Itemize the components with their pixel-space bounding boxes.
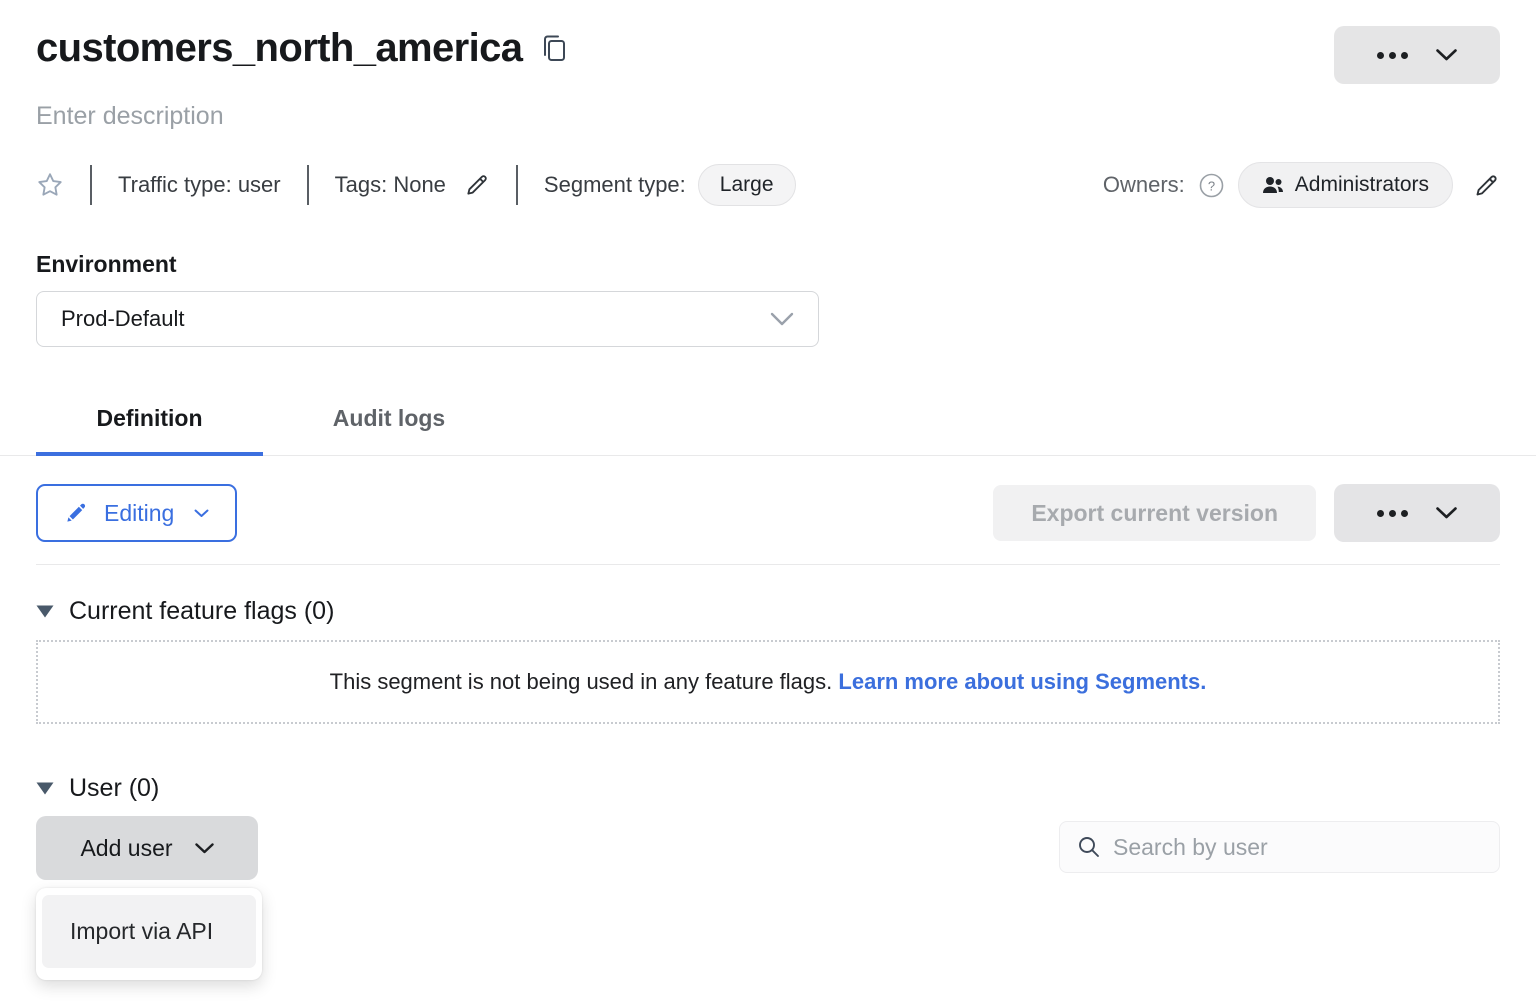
user-search-box xyxy=(1059,821,1500,873)
more-options-icon xyxy=(1377,52,1408,59)
menu-item-import-via-api[interactable]: Import via API xyxy=(42,895,256,968)
segment-detail-page: customers_north_america Enter descriptio… xyxy=(0,26,1536,880)
add-user-dropdown-wrap: Add user Import via API xyxy=(36,816,258,880)
chevron-down-icon xyxy=(1436,507,1457,519)
tab-bar: Definition Audit logs xyxy=(36,393,1500,456)
more-options-icon xyxy=(1377,510,1408,517)
segment-type-label: Segment type: xyxy=(544,172,686,198)
meta-row: Traffic type: user Tags: None Segment ty… xyxy=(36,163,1500,207)
editing-status-button[interactable]: Editing xyxy=(36,484,237,542)
definition-toolbar: Editing Export current version xyxy=(36,484,1500,542)
description-placeholder[interactable]: Enter description xyxy=(36,102,224,131)
user-section-title: User (0) xyxy=(69,774,159,803)
pencil-icon xyxy=(464,172,490,198)
page-title: customers_north_america xyxy=(36,26,522,71)
title-wrap: customers_north_america xyxy=(36,26,566,71)
environment-section: Environment Prod-Default xyxy=(36,251,1500,347)
owners-chip: Administrators xyxy=(1238,162,1453,208)
star-icon xyxy=(36,171,64,199)
copy-icon xyxy=(542,35,566,62)
search-by-user-input[interactable] xyxy=(1113,834,1482,861)
owners-area: Owners: ? Administrators xyxy=(1103,162,1500,208)
traffic-type-label: Traffic type: user xyxy=(118,172,281,198)
copy-name-button[interactable] xyxy=(542,35,566,62)
divider xyxy=(516,165,518,205)
page-header: customers_north_america xyxy=(36,26,1500,84)
edit-owners-button[interactable] xyxy=(1473,172,1500,199)
divider xyxy=(90,165,92,205)
tags-label: Tags: None xyxy=(335,172,446,198)
feature-flags-header[interactable]: Current feature flags (0) xyxy=(36,597,1500,626)
learn-more-link[interactable]: Learn more about using Segments. xyxy=(838,669,1206,694)
definition-more-button[interactable] xyxy=(1334,484,1500,542)
segment-type-badge: Large xyxy=(698,164,796,206)
add-user-menu: Import via API xyxy=(36,888,262,980)
environment-label: Environment xyxy=(36,251,1500,278)
collapse-triangle-icon xyxy=(36,782,54,795)
environment-selected-value: Prod-Default xyxy=(61,306,185,332)
svg-text:?: ? xyxy=(1208,178,1215,193)
feature-flags-section: Current feature flags (0) This segment i… xyxy=(36,597,1500,724)
help-icon[interactable]: ? xyxy=(1199,173,1224,198)
chevron-down-icon xyxy=(195,843,214,854)
chevron-down-icon xyxy=(770,312,794,326)
editing-label: Editing xyxy=(104,500,174,527)
search-icon xyxy=(1077,835,1101,859)
divider xyxy=(307,165,309,205)
environment-select[interactable]: Prod-Default xyxy=(36,291,819,347)
pencil-filled-icon xyxy=(64,502,87,525)
chevron-down-icon xyxy=(1436,49,1457,61)
add-user-button[interactable]: Add user xyxy=(36,816,258,880)
segment-actions-button[interactable] xyxy=(1334,26,1500,84)
chevron-down-icon xyxy=(194,509,209,518)
feature-flags-empty-state: This segment is not being used in any fe… xyxy=(36,640,1500,724)
tab-definition[interactable]: Definition xyxy=(36,393,263,456)
empty-state-text: This segment is not being used in any fe… xyxy=(330,669,833,694)
user-section-header[interactable]: User (0) xyxy=(36,774,1500,803)
collapse-triangle-icon xyxy=(36,605,54,618)
owners-label: Owners: xyxy=(1103,172,1185,198)
tab-audit-logs[interactable]: Audit logs xyxy=(263,393,515,456)
edit-tags-button[interactable] xyxy=(464,172,490,198)
user-section: User (0) Add user Import via API xyxy=(36,774,1500,880)
favorite-star-button[interactable] xyxy=(36,171,64,199)
export-version-button[interactable]: Export current version xyxy=(993,485,1316,541)
group-icon xyxy=(1262,176,1284,194)
pencil-icon xyxy=(1473,172,1500,199)
owners-value: Administrators xyxy=(1295,173,1429,197)
feature-flags-title: Current feature flags (0) xyxy=(69,597,334,626)
add-user-label: Add user xyxy=(80,835,172,862)
user-body: Add user Import via API xyxy=(36,816,1500,880)
divider xyxy=(36,564,1500,565)
